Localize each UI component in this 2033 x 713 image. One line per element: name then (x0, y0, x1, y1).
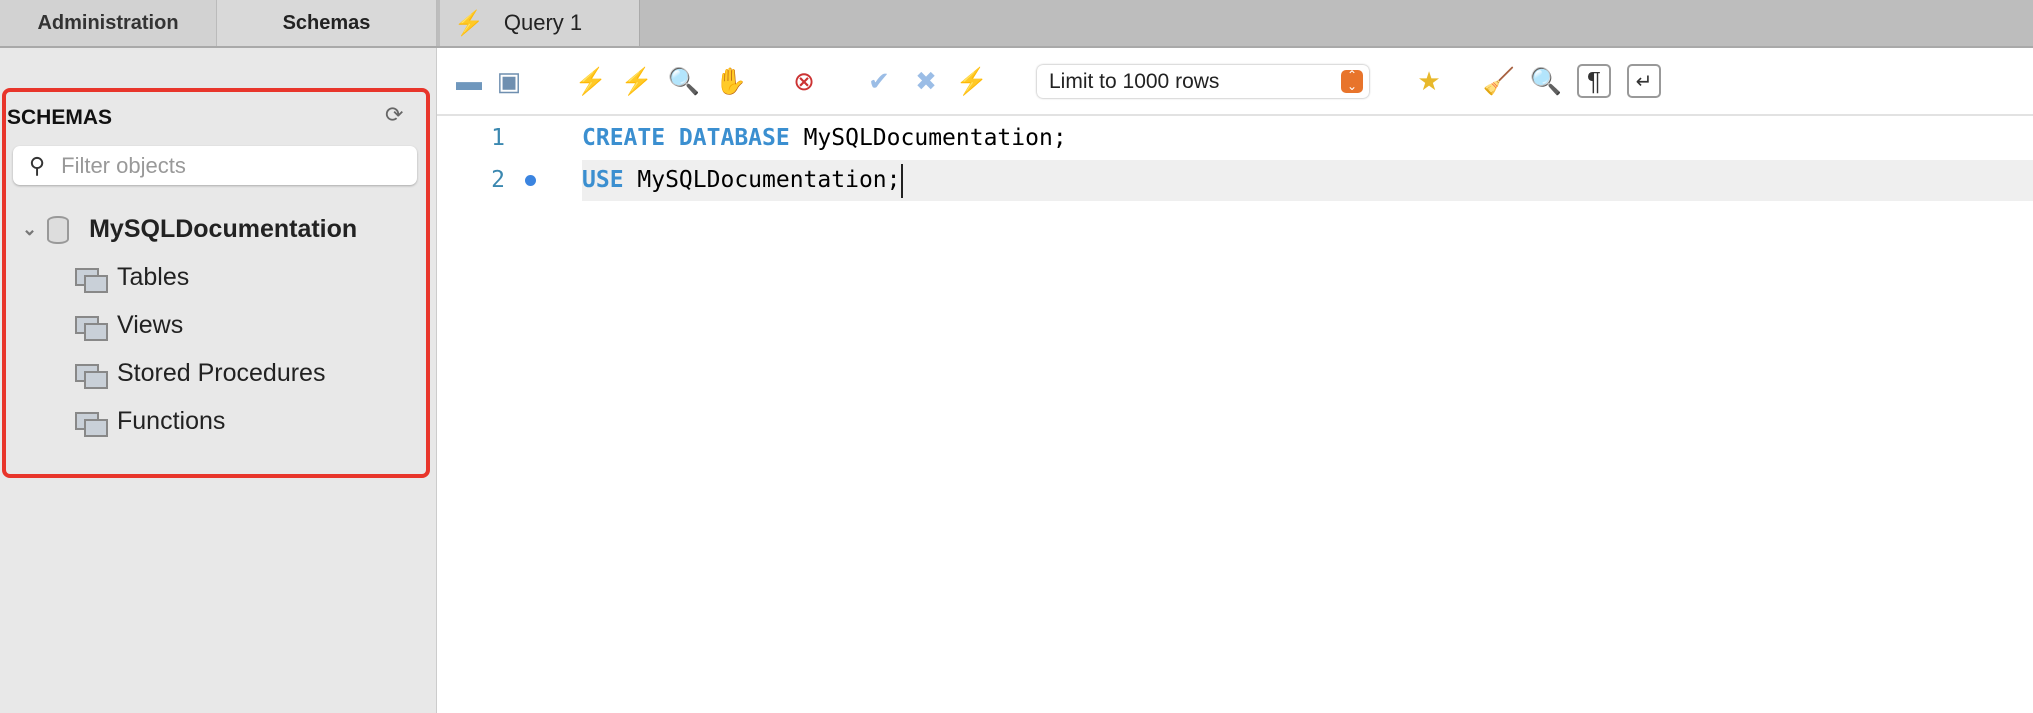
code-line[interactable]: CREATE DATABASE MySQLDocumentation; (582, 118, 2033, 159)
find-icon[interactable]: 🔍 (1529, 64, 1563, 98)
sql-text: MySQLDocumentation; (789, 125, 1067, 151)
folder-icon (75, 409, 108, 437)
folder-icon (75, 313, 108, 341)
filter-placeholder: Filter objects (61, 152, 186, 178)
tab-query-1[interactable]: ⚡ Query 1 (440, 0, 640, 46)
refresh-icon[interactable]: ⟳ (385, 102, 403, 128)
sql-text: MySQLDocumentation; (623, 167, 901, 193)
stop-on-error-icon[interactable]: ⊗ (787, 64, 821, 98)
tab-schemas[interactable]: Schemas (217, 0, 437, 46)
autocommit-icon[interactable]: ⚡ (955, 64, 989, 98)
save-icon[interactable]: ▣ (492, 64, 526, 98)
schema-name: MySQLDocumentation (89, 215, 358, 243)
line-number: 1 (491, 125, 505, 151)
commit-icon[interactable]: ✔ (862, 64, 896, 98)
stop-icon[interactable]: ✋ (714, 64, 748, 98)
database-icon (47, 215, 70, 244)
invisible-chars-icon[interactable]: ¶ (1577, 64, 1611, 98)
limit-rows-select[interactable]: Limit to 1000 rows ⌃ ⌄ (1037, 65, 1369, 98)
execute-icon[interactable]: ⚡ (574, 64, 608, 98)
tree-item-label: Views (117, 311, 184, 339)
tab-label: Query 1 (503, 10, 583, 35)
schemas-heading: SCHEMAS (7, 106, 113, 129)
lightning-icon: ⚡ (454, 9, 484, 37)
sql-keyword: CREATE DATABASE (582, 125, 790, 151)
query-toolbar: ▬ ▣ ⚡ ⚡ 🔍 ✋ ⊗ ✔ ✖ ⚡ Limit to 1000 rows ⌃… (437, 48, 2033, 116)
tab-bar: Administration Schemas ⚡ Query 1 (0, 0, 2033, 48)
code-line-current[interactable]: USE MySQLDocumentation; (582, 160, 2033, 201)
tree-item-tables[interactable]: Tables (75, 263, 190, 293)
folder-icon (75, 265, 108, 293)
tree-item-views[interactable]: Views (75, 311, 184, 341)
select-arrows-icon: ⌃ ⌄ (1341, 69, 1363, 93)
beautify-broom-icon[interactable]: 🧹 (1482, 64, 1516, 98)
limit-value: Limit to 1000 rows (1049, 69, 1220, 93)
tree-item-label: Tables (117, 263, 190, 291)
statement-marker-icon (525, 175, 536, 186)
tree-item-stored-procedures[interactable]: Stored Procedures (75, 359, 326, 389)
explain-icon[interactable]: 🔍 (667, 64, 701, 98)
chevron-down-icon[interactable]: ⌄ (22, 219, 37, 240)
execute-current-icon[interactable]: ⚡ (620, 64, 654, 98)
wrap-lines-icon[interactable]: ↵ (1627, 64, 1661, 98)
schemas-sidebar: SCHEMAS ⟳ ⚲ Filter objects ⌄ MySQLDocume… (0, 48, 437, 713)
folder-icon (75, 361, 108, 389)
tab-administration[interactable]: Administration (0, 0, 217, 46)
open-file-icon[interactable]: ▬ (452, 64, 486, 98)
rollback-icon[interactable]: ✖ (909, 64, 943, 98)
sql-editor[interactable]: 1 CREATE DATABASE MySQLDocumentation; 2 … (437, 116, 2033, 713)
filter-input[interactable]: ⚲ Filter objects (13, 146, 417, 185)
search-icon: ⚲ (29, 152, 46, 178)
tree-item-label: Stored Procedures (117, 359, 326, 387)
text-cursor (900, 163, 903, 198)
add-snippet-star-icon[interactable]: ★ (1412, 64, 1446, 98)
line-number: 2 (491, 167, 505, 193)
tree-item-functions[interactable]: Functions (75, 407, 226, 437)
sql-keyword: USE (582, 167, 624, 193)
schema-mysqldocumentation[interactable]: ⌄ MySQLDocumentation (22, 215, 357, 244)
tree-item-label: Functions (117, 407, 226, 435)
